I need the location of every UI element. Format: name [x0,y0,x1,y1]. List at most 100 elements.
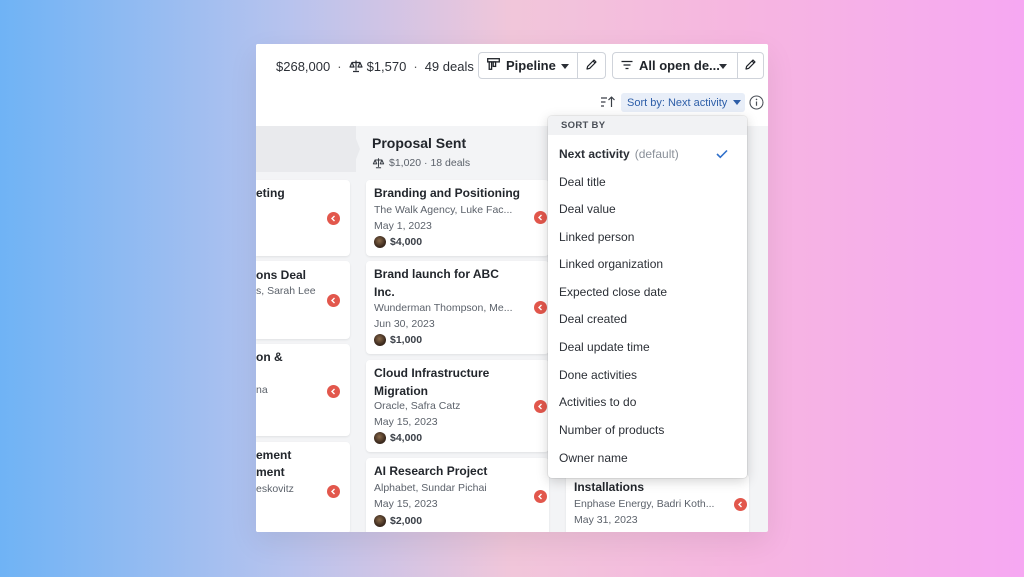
sort-option-done-activities[interactable]: Done activities [548,361,747,388]
avatar [374,515,386,527]
overdue-icon[interactable] [534,301,547,314]
sort-option-linked-organization[interactable]: Linked organization [548,250,747,277]
sort-by-label: Sort by: Next activity [627,96,728,109]
deal-org: Enphase Energy, Badri Koth... [574,498,715,510]
deal-org: Wunderman Thompson, Me... [374,302,513,314]
overdue-icon[interactable] [534,400,547,413]
deal-card[interactable]: Branding and Positioning The Walk Agency… [366,180,549,256]
sort-option-label: Activities to do [559,394,637,409]
overdue-icon[interactable] [327,385,340,398]
deal-title: Branding and Positioning [374,186,520,200]
deal-value-text: $1,000 [390,334,423,346]
stage-header [256,126,356,172]
deal-value-text: $2,000 [390,515,423,527]
deal-card[interactable]: eting [256,180,350,256]
stage-meta: $1,020 · 18 deals [372,157,470,169]
avatar [374,334,386,346]
deal-title: ement [256,448,292,462]
sort-order-icon[interactable] [600,94,616,110]
overdue-icon[interactable] [534,490,547,503]
stage-title: Proposal Sent [372,135,467,151]
edit-pipeline-button[interactable] [578,52,606,79]
sort-option-deal-update-time[interactable]: Deal update time [548,333,747,360]
total-value: $268,000 [276,58,331,74]
deal-title: Brand launch for ABC Inc. [374,267,499,299]
pipeline-select-button[interactable]: Pipeline [478,52,578,79]
sort-option-owner-name[interactable]: Owner name [548,444,747,471]
sort-by-button[interactable]: Sort by: Next activity [621,93,745,112]
sort-option-label: Deal title [559,174,606,189]
separator: · [337,58,342,74]
deal-card[interactable]: Brand launch for ABC Inc. Wunderman Thom… [366,261,549,354]
deal-title: ons Deal [256,268,307,282]
info-icon[interactable] [749,95,764,110]
edit-filter-button[interactable] [738,52,764,79]
deal-subtitle: na [256,384,268,396]
pencil-icon [744,58,757,74]
chevron-down-icon [719,64,727,69]
avatar [374,236,386,248]
deal-date: May 15, 2023 [374,416,438,428]
deal-org: The Walk Agency, Luke Fac... [374,204,513,216]
chevron-down-icon [561,64,569,69]
sort-option-label: Owner name [559,450,628,465]
deal-card[interactable]: Installations Enphase Energy, Badri Koth… [566,474,749,532]
separator: · [413,58,418,74]
deal-card[interactable]: ons Deal s, Sarah Lee [256,261,350,339]
sort-menu-header: SORT BY [548,116,747,135]
filter-label: All open de... [639,58,720,73]
sort-option-activities-to-do[interactable]: Activities to do [548,388,747,415]
filter-select-button[interactable]: All open de... [612,52,738,79]
overdue-icon[interactable] [734,498,747,511]
pipeline-summary: $268,000 · $1,570 · 49 deals [276,57,474,75]
deal-value: $2,000 [374,515,422,527]
sort-option-label: Number of products [559,422,665,437]
default-tag: (default) [634,146,679,161]
overdue-icon[interactable] [327,294,340,307]
sort-option-expected-close-date[interactable]: Expected close date [548,278,747,305]
avatar [374,432,386,444]
deal-card[interactable]: Cloud Infrastructure Migration Oracle, S… [366,360,549,452]
sort-option-label: Deal created [559,311,628,326]
deal-title: Cloud Infrastructure Migration [374,366,490,398]
pipeline-icon [487,58,500,73]
sort-option-deal-value[interactable]: Deal value [548,195,747,222]
deal-value: $1,000 [374,334,422,346]
deal-value: $4,000 [374,236,422,248]
sort-option-label: Deal value [559,201,616,216]
deal-card[interactable]: on & na [256,344,350,436]
overdue-icon[interactable] [327,212,340,225]
deal-date: May 31, 2023 [574,514,638,526]
deal-card[interactable]: ement ment eskovitz [256,442,350,532]
sort-option-label: Next activity [559,146,630,161]
sort-option-label: Linked organization [559,256,664,271]
sort-option-deal-created[interactable]: Deal created [548,305,747,332]
sort-option-next-activity[interactable]: Next activity (default) [548,140,747,167]
stage-header-arrow [351,126,360,172]
deal-date: May 1, 2023 [374,220,432,232]
pipeline-window: $268,000 · $1,570 · 49 deals Pipeline Al… [256,44,768,532]
stage-meta-text: $1,020 · 18 deals [389,157,471,169]
deal-value-text: $4,000 [390,236,423,248]
sort-option-number-of-products[interactable]: Number of products [548,416,747,443]
sort-option-label: Deal update time [559,339,650,354]
overdue-icon[interactable] [327,485,340,498]
sort-option-deal-title[interactable]: Deal title [548,168,747,195]
scale-icon [348,59,363,73]
deal-subtitle: eskovitz [256,483,294,495]
deal-subtitle: s, Sarah Lee [256,285,316,297]
deal-card[interactable]: AI Research Project Alphabet, Sundar Pic… [366,458,549,532]
deal-title: on & [256,350,283,364]
check-icon [716,148,728,159]
pipeline-label: Pipeline [506,58,556,73]
deal-value: $4,000 [374,432,422,444]
sort-option-linked-person[interactable]: Linked person [548,223,747,250]
deal-org: Oracle, Safra Catz [374,400,461,412]
pencil-icon [585,58,598,74]
deal-title: Installations [574,480,645,494]
deal-title: AI Research Project [374,464,488,478]
toolbar: $268,000 · $1,570 · 49 deals Pipeline Al… [256,44,768,126]
overdue-icon[interactable] [534,211,547,224]
deal-org: Alphabet, Sundar Pichai [374,482,487,494]
sort-option-label: Linked person [559,229,635,244]
